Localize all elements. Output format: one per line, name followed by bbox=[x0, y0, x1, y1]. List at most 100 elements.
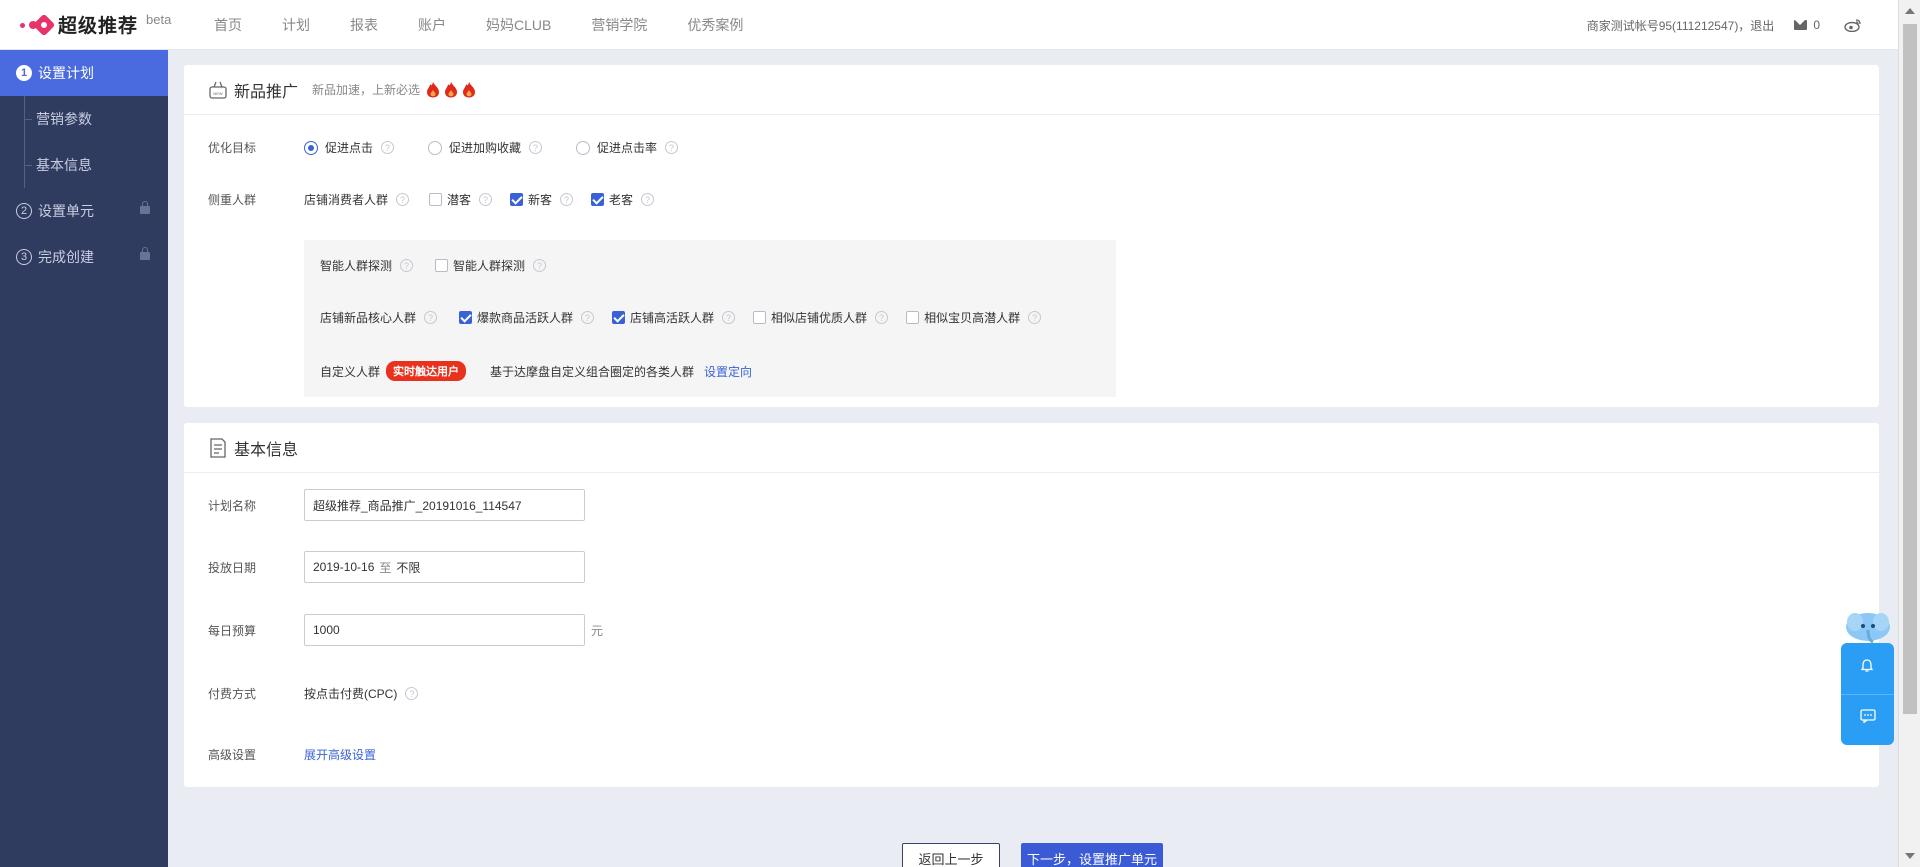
date-end: 不限 bbox=[396, 560, 421, 575]
realtime-tag: 实时触达用户 bbox=[386, 361, 467, 381]
radio[interactable] bbox=[428, 140, 443, 155]
step-label: 完成创建 bbox=[38, 249, 94, 265]
date-range-input[interactable]: 2019-10-16 至 不限 bbox=[304, 551, 585, 583]
next-button[interactable]: 下一步，设置推广单元 bbox=[1021, 843, 1163, 867]
mail-button[interactable]: 0 bbox=[1794, 18, 1820, 32]
goal-option-ctr[interactable]: 促进点击率 ? bbox=[576, 139, 679, 156]
help-icon[interactable]: ? bbox=[641, 193, 655, 206]
crowd-option-new[interactable]: 新客 ? bbox=[510, 191, 574, 208]
help-icon[interactable]: ? bbox=[581, 311, 595, 324]
expand-advanced-link[interactable]: 展开高级设置 bbox=[304, 746, 376, 763]
core-option-active-store[interactable]: 店铺高活跃人群 ? bbox=[612, 309, 736, 326]
pay-label: 付费方式 bbox=[208, 687, 257, 701]
basket-icon: NEW bbox=[209, 81, 227, 99]
nav-item-mama-club[interactable]: 妈妈CLUB bbox=[486, 15, 551, 35]
help-icon[interactable]: ? bbox=[533, 259, 547, 272]
core-option-similar-item[interactable]: 相似宝贝高潜人群 ? bbox=[906, 309, 1042, 326]
option-label: 智能人群探测 bbox=[453, 259, 526, 273]
budget-input[interactable]: 1000 bbox=[304, 614, 585, 646]
goal-option-cart[interactable]: 促进加购收藏 ? bbox=[428, 139, 543, 156]
nav-item-report[interactable]: 报表 bbox=[350, 15, 378, 35]
card-header: NEW 新品推广 新品加速，上新必选 bbox=[184, 65, 1879, 115]
checkbox-checked[interactable] bbox=[612, 311, 626, 324]
crowd-detail-panel: 智能人群探测 ? 智能人群探测 ? 店铺新品核心人群 ? 爆款商品活跃人群 ? … bbox=[304, 240, 1116, 397]
option-label: 相似宝贝高潜人群 bbox=[924, 311, 1021, 325]
help-icon[interactable]: ? bbox=[665, 141, 679, 154]
radio-selected[interactable] bbox=[304, 140, 318, 155]
option-label: 相似店铺优质人群 bbox=[771, 311, 868, 325]
new-product-card: NEW 新品推广 新品加速，上新必选 优化目标 促进点击 ? 促进加购收藏 ? … bbox=[184, 65, 1879, 407]
nav-item-academy[interactable]: 营销学院 bbox=[591, 15, 647, 35]
nav-item-plan[interactable]: 计划 bbox=[282, 15, 310, 35]
substep-label: 基本信息 bbox=[36, 157, 92, 173]
help-icon[interactable]: ? bbox=[400, 259, 414, 272]
budget-row: 每日预算 1000 元 bbox=[208, 614, 603, 646]
account-info[interactable]: 商家测试帐号95(111212547)，退出 bbox=[1587, 17, 1775, 34]
core-option-hot-item[interactable]: 爆款商品活跃人群 ? bbox=[459, 309, 595, 326]
option-label: 老客 bbox=[609, 193, 634, 207]
help-icon[interactable]: ? bbox=[381, 141, 395, 154]
radio[interactable] bbox=[576, 140, 591, 155]
checkbox-checked[interactable] bbox=[510, 193, 524, 206]
checkbox-checked[interactable] bbox=[459, 311, 473, 324]
nav-item-home[interactable]: 首页 bbox=[214, 15, 242, 35]
plan-name-input[interactable]: 超级推荐_商品推广_20191016_114547 bbox=[304, 489, 585, 521]
mascot-icon[interactable] bbox=[1843, 608, 1893, 646]
card-header: 基本信息 bbox=[184, 423, 1879, 473]
checkbox[interactable] bbox=[906, 311, 920, 324]
sidebar-step-plan[interactable]: 1 设置计划 bbox=[0, 50, 168, 96]
goal-row: 优化目标 促进点击 ? 促进加购收藏 ? 促进点击率 ? bbox=[208, 139, 712, 156]
logo[interactable]: 超级推荐 beta bbox=[20, 10, 200, 40]
core-crowd-row: 店铺新品核心人群 ? 爆款商品活跃人群 ? 店铺高活跃人群 ? 相似店铺优质人群… bbox=[320, 309, 1059, 326]
help-icon[interactable]: ? bbox=[424, 311, 438, 324]
vertical-scrollbar[interactable] bbox=[1898, 0, 1920, 867]
weibo-icon[interactable] bbox=[1844, 18, 1862, 32]
core-crowd-label: 店铺新品核心人群 bbox=[320, 311, 417, 325]
crowd-option-potential[interactable]: 潜客 ? bbox=[429, 191, 493, 208]
help-icon[interactable]: ? bbox=[396, 193, 410, 206]
help-icon[interactable]: ? bbox=[1028, 311, 1042, 324]
checkbox-checked[interactable] bbox=[591, 193, 605, 206]
help-icon[interactable]: ? bbox=[560, 193, 574, 206]
svg-text:NEW: NEW bbox=[213, 91, 223, 96]
beta-badge: beta bbox=[146, 12, 172, 27]
goal-option-click[interactable]: 促进点击 ? bbox=[304, 139, 395, 156]
date-start: 2019-10-16 bbox=[313, 560, 375, 574]
crowd-option-old[interactable]: 老客 ? bbox=[591, 191, 655, 208]
smart-crowd-option[interactable]: 智能人群探测 ? bbox=[435, 257, 547, 274]
scroll-up-icon[interactable] bbox=[1905, 8, 1915, 14]
sidebar-substep-marketing[interactable]: 营销参数 bbox=[0, 96, 168, 142]
help-icon[interactable]: ? bbox=[405, 687, 419, 700]
basic-info-card: 基本信息 计划名称 超级推荐_商品推广_20191016_114547 投放日期… bbox=[184, 423, 1879, 787]
card-title: 基本信息 bbox=[234, 441, 299, 459]
checkbox[interactable] bbox=[435, 259, 449, 272]
checkbox[interactable] bbox=[753, 311, 767, 324]
help-icon[interactable]: ? bbox=[875, 311, 889, 324]
smart-crowd-row: 智能人群探测 ? 智能人群探测 ? bbox=[320, 257, 564, 274]
option-label: 促进点击率 bbox=[597, 141, 658, 155]
step-label: 设置计划 bbox=[38, 65, 94, 81]
checkbox[interactable] bbox=[429, 193, 443, 206]
scroll-down-icon[interactable] bbox=[1905, 853, 1915, 859]
help-icon[interactable]: ? bbox=[479, 193, 493, 206]
option-label: 爆款商品活跃人群 bbox=[477, 311, 574, 325]
nav-item-account[interactable]: 账户 bbox=[418, 15, 446, 35]
bell-icon[interactable] bbox=[1860, 659, 1874, 673]
set-targeting-link[interactable]: 设置定向 bbox=[704, 363, 752, 380]
chat-icon[interactable] bbox=[1860, 709, 1876, 723]
core-option-similar-store[interactable]: 相似店铺优质人群 ? bbox=[753, 309, 889, 326]
back-button[interactable]: 返回上一步 bbox=[902, 843, 1000, 867]
advanced-row: 高级设置 展开高级设置 bbox=[208, 746, 376, 763]
custom-crowd-desc: 基于达摩盘自定义组合圈定的各类人群 bbox=[490, 364, 695, 379]
help-icon[interactable]: ? bbox=[529, 141, 543, 154]
nav-item-cases[interactable]: 优秀案例 bbox=[687, 15, 743, 35]
date-row: 投放日期 2019-10-16 至 不限 bbox=[208, 551, 585, 583]
custom-crowd-label: 自定义人群 bbox=[320, 364, 381, 379]
fire-icon bbox=[445, 82, 458, 98]
mail-count: 0 bbox=[1813, 18, 1820, 32]
plan-name-row: 计划名称 超级推荐_商品推广_20191016_114547 bbox=[208, 489, 585, 521]
scroll-thumb[interactable] bbox=[1903, 24, 1917, 714]
sidebar-substep-basic-info[interactable]: 基本信息 bbox=[0, 142, 168, 188]
step-label: 设置单元 bbox=[38, 203, 94, 219]
help-icon[interactable]: ? bbox=[722, 311, 736, 324]
